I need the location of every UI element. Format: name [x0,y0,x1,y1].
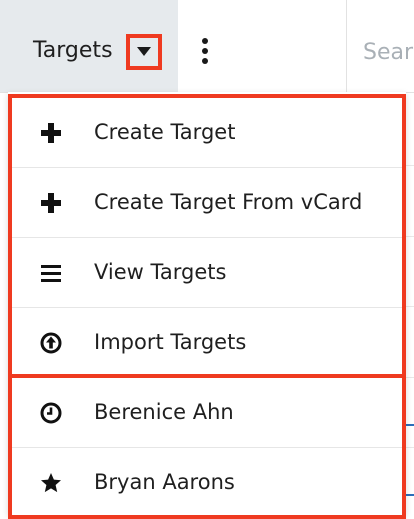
menu-item-label: Berenice Ahn [94,400,234,424]
list-icon [41,265,61,282]
menu-item-label: View Targets [94,260,227,284]
upload-circle-icon [40,332,62,354]
more-options-icon[interactable] [200,38,210,64]
menu-item-favorite-bryan-aarons[interactable]: Bryan Aarons [8,448,406,515]
menu-item-create-target-from-vcard[interactable]: Create Target From vCard [8,168,406,238]
menu-item-recent-berenice-ahn[interactable]: Berenice Ahn [8,378,406,448]
module-tab-label: Targets [33,38,113,63]
menu-item-label: Create Target From vCard [94,190,363,214]
menu-item-label: Import Targets [94,330,247,354]
module-tab-targets[interactable]: Targets [0,0,178,92]
search-input[interactable]: Sear [363,40,413,65]
menu-item-view-targets[interactable]: View Targets [8,238,406,308]
module-dropdown-toggle[interactable] [126,34,162,70]
plus-icon [41,123,61,143]
top-navigation-bar: Targets Sear [0,0,414,93]
search-divider [346,0,347,92]
menu-item-label: Create Target [94,120,236,144]
menu-item-import-targets[interactable]: Import Targets [8,308,406,378]
targets-dropdown-menu: Create Target Create Target From vCard V… [8,92,406,515]
star-icon [41,473,61,493]
caret-down-icon [137,47,151,56]
menu-item-label: Bryan Aarons [94,470,235,494]
plus-icon [41,193,61,213]
clock-icon [40,402,62,424]
menu-item-create-target[interactable]: Create Target [8,98,406,168]
